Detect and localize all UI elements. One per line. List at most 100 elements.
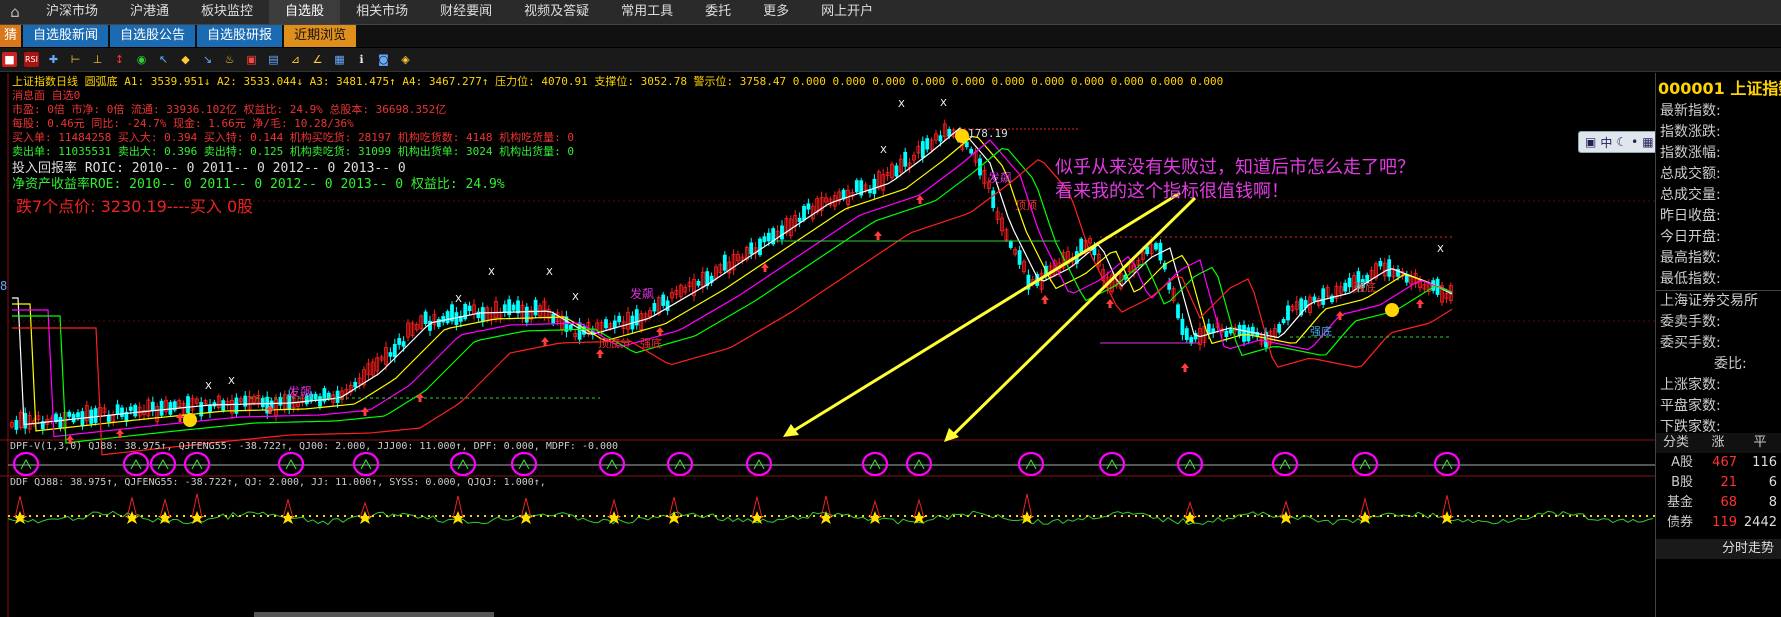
table-cell: A股 — [1671, 455, 1693, 470]
top-navigation: ⌂ 沪深市场 沪港通 板块监控 自选股 相关市场 财经要闻 视频及答疑 常用工具 委托 更多 网上开… — [0, 0, 1781, 25]
candle-body — [1008, 241, 1013, 248]
candle-body — [454, 312, 459, 326]
peak-price-tag: 178.19 — [968, 127, 1008, 140]
rsi-icon[interactable]: RSI — [24, 52, 39, 67]
quote-row-label: 委卖手数: — [1660, 314, 1721, 330]
stats-icon[interactable]: ▣ — [244, 52, 259, 67]
x-marker: X — [488, 267, 495, 278]
crosshair-icon[interactable]: ✚ — [46, 52, 61, 67]
signal-circle — [1176, 451, 1204, 477]
quote-row-label: 委比: — [1714, 356, 1747, 372]
table-row: A股 467 116 — [1656, 453, 1781, 473]
draw-tool-icon[interactable]: ⊥ — [90, 52, 105, 67]
signal-circle — [352, 451, 380, 477]
table-header-cell: 涨 — [1711, 435, 1725, 450]
quote-row-label: 委买手数: — [1660, 335, 1721, 351]
left-edge-mark: 8 — [0, 279, 8, 293]
candle-body — [920, 141, 925, 158]
table-cell: B股 — [1671, 475, 1693, 490]
quote-row-label: 昨日收盘: — [1660, 208, 1721, 224]
signal-circle — [12, 451, 40, 477]
signal-circle — [745, 451, 773, 477]
nav-item[interactable]: 更多 — [747, 0, 805, 24]
candle-body — [1277, 324, 1282, 333]
subchart2-label: DDF QJ88: 38.975↑, QJFENG55: -38.722↑, Q… — [10, 477, 546, 488]
fabao-label-2: 发飙 — [630, 287, 655, 301]
smiley-icon — [1385, 303, 1399, 317]
nav-item[interactable]: 自选股 — [269, 0, 341, 24]
nav-item[interactable]: 委托 — [689, 0, 747, 24]
candle-body — [1079, 238, 1084, 253]
nav-item[interactable]: 板块监控 — [185, 0, 269, 24]
table-row: 基金 68 8 — [1656, 493, 1781, 513]
subchart1-label: DPF-V(1,3,0) QJ88: 38.975↑, QJFENG55: -3… — [10, 441, 619, 452]
signal-circle — [1017, 451, 1045, 477]
buy-arrow — [1416, 299, 1424, 308]
candle-body — [423, 311, 428, 325]
nav-item[interactable]: 视频及答疑 — [508, 0, 605, 24]
nav-item[interactable]: 相关市场 — [340, 0, 424, 24]
signal-circle — [122, 451, 150, 477]
warning-icon[interactable]: ◆ — [178, 52, 193, 67]
chart-header-line: 上证指数日线 圆弧底 A1: 3539.951↓ A2: 3533.044↓ A… — [12, 75, 1224, 88]
candle-body — [938, 135, 943, 142]
candle-body — [903, 152, 908, 167]
nav-item[interactable]: 沪港通 — [114, 0, 185, 24]
subnav-item[interactable]: 自选股新闻 — [23, 25, 109, 47]
fibonacci-icon[interactable]: ⊿ — [288, 52, 303, 67]
keyboard-icon[interactable]: ▦ — [1642, 135, 1653, 149]
candle-body — [397, 338, 402, 345]
signal-circle — [510, 451, 538, 477]
quote-row-label: 最高指数: — [1660, 250, 1721, 266]
table-header-cell: 分类 — [1662, 435, 1689, 450]
nav-item[interactable]: 财经要闻 — [424, 0, 508, 24]
candle-body — [665, 300, 670, 311]
zoom-out-icon[interactable]: ↘ — [200, 52, 215, 67]
zoom-in-icon[interactable]: ↖ — [156, 52, 171, 67]
candle-body — [1321, 288, 1326, 305]
buy-arrow — [1106, 299, 1114, 308]
candle-body — [854, 180, 859, 193]
stock-icon[interactable]: ■ — [2, 52, 17, 67]
buy-arrow — [1041, 295, 1049, 304]
candle-body — [802, 205, 806, 221]
navigate-icon[interactable]: ◈ — [398, 52, 413, 67]
alarm-icon[interactable]: ♨ — [222, 52, 237, 67]
candle-body — [1242, 324, 1246, 342]
candle-body — [612, 320, 617, 329]
calendar-icon[interactable]: ▦ — [332, 52, 347, 67]
ime-icon[interactable]: ▣ — [1585, 135, 1596, 149]
punct-icon[interactable]: • — [1631, 135, 1638, 149]
draw-line-icon[interactable]: ⊢ — [68, 52, 83, 67]
signal-circle — [861, 451, 889, 477]
subnav-item[interactable]: 自选股研报 — [197, 25, 283, 47]
chart-scrollbar[interactable] — [254, 612, 494, 617]
candle-body — [894, 165, 899, 177]
angle-icon[interactable]: ∠ — [310, 52, 325, 67]
quote-rows: 最新指数: 指数涨跌: 指数涨幅: 总成交额: 总成交量: 昨日收盘: 今日开盘: 最高指数:… — [1656, 101, 1781, 438]
fabao-label-1: 发飙 — [288, 385, 313, 399]
candlestick-chart-area[interactable]: X X X X X X X X X X 上证指数日线 圆弧底 A1: 3539.951↓ A2: … — [0, 73, 1655, 617]
nav-item[interactable]: 沪深市场 — [30, 0, 114, 24]
candle-body — [652, 303, 657, 312]
candle-body — [1180, 318, 1185, 335]
moon-icon[interactable]: ☾ — [1616, 135, 1627, 149]
marker-icon[interactable]: ↕ — [112, 52, 127, 67]
intraday-tab[interactable]: 分时走势 — [1656, 539, 1781, 559]
nav-item[interactable]: 常用工具 — [605, 0, 689, 24]
nav-item[interactable]: 网上开户 — [805, 0, 889, 24]
candle-body — [353, 381, 358, 388]
home-icon[interactable]: ⌂ — [0, 0, 30, 24]
subnav-first-tab[interactable]: 猜 — [0, 25, 22, 47]
picture-icon[interactable]: ▤ — [266, 52, 281, 67]
ime-label[interactable]: 中 — [1600, 134, 1612, 151]
subnav-item[interactable]: 近期浏览 — [284, 25, 357, 47]
info-icon[interactable]: ℹ — [354, 52, 369, 67]
signal-circle — [149, 451, 177, 477]
candle-body — [106, 415, 111, 423]
quote-row-label: 指数涨幅: — [1660, 145, 1721, 161]
fabao-label-3: 发飙 — [988, 171, 1013, 185]
indicator-icon[interactable]: ◉ — [134, 52, 149, 67]
subnav-item[interactable]: 自选股公告 — [110, 25, 196, 47]
save-icon[interactable]: ◙ — [376, 52, 391, 67]
